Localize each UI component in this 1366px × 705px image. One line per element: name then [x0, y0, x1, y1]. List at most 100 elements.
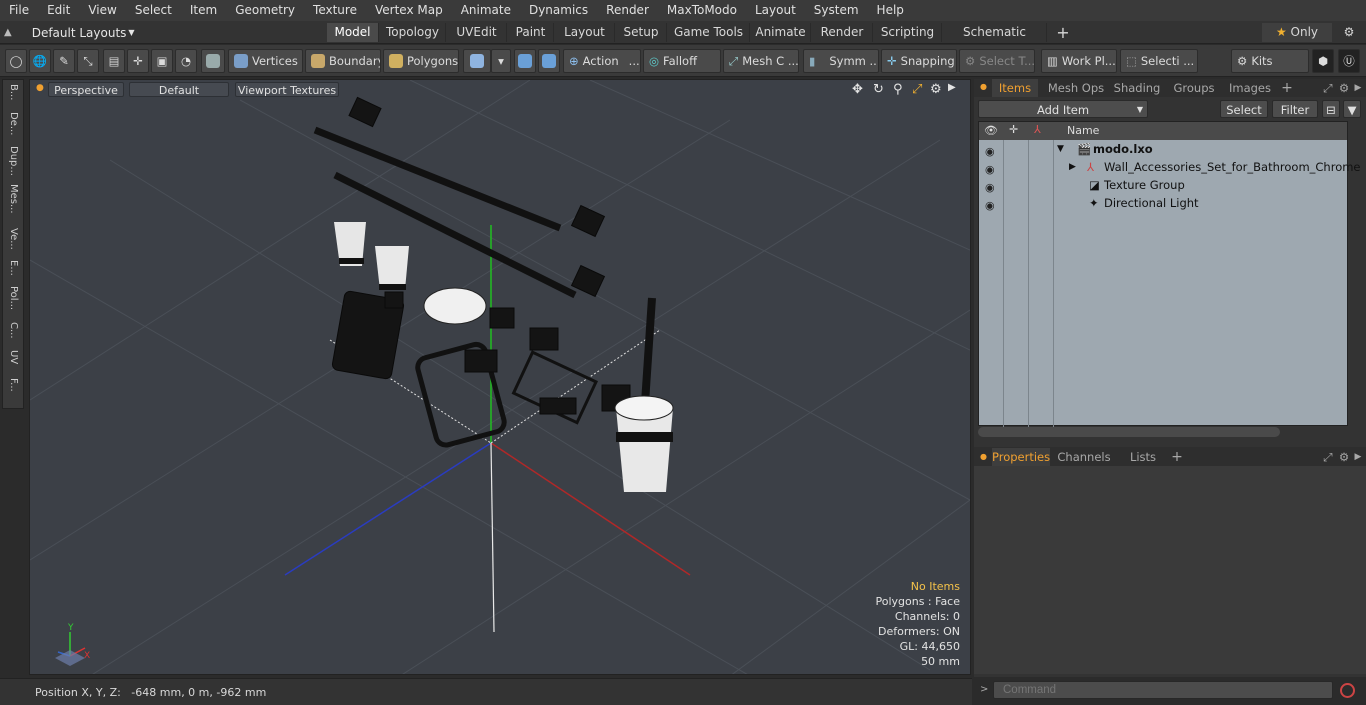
name-column-header[interactable]: Name	[1067, 124, 1099, 137]
circle-select-icon[interactable]: ◯	[5, 49, 27, 73]
tab-topology[interactable]: Topology	[380, 23, 446, 42]
menu-maxtomodo[interactable]: MaxToModo	[658, 0, 746, 21]
gear-icon[interactable]: ⚙	[1336, 448, 1352, 466]
rotate-icon[interactable]: ↻	[873, 82, 884, 97]
action-center-button[interactable]: ⊕ Action...	[563, 49, 641, 73]
tab-paint[interactable]: Paint	[508, 23, 554, 42]
menu-texture[interactable]: Texture	[304, 0, 366, 21]
add-item-button[interactable]: Add Item ▼	[978, 100, 1148, 118]
menu-select[interactable]: Select	[126, 0, 181, 21]
only-toggle[interactable]: ★ Only	[1262, 23, 1332, 42]
menu-geometry[interactable]: Geometry	[226, 0, 304, 21]
expand-icon[interactable]: ⤢	[1320, 448, 1336, 466]
tree-row[interactable]: ◉ ▶ ⅄ Wall_Accessories_Set_for_Bathroom_…	[979, 158, 1361, 176]
menu-help[interactable]: Help	[868, 0, 913, 21]
tab-layout[interactable]: Layout	[555, 23, 615, 42]
tab-images[interactable]: Images	[1224, 79, 1276, 97]
mesh-constraints-button[interactable]: ⤢ Mesh C ...	[723, 49, 799, 73]
select-through-button[interactable]: ⚙ Select T...	[959, 49, 1035, 73]
tab-schematic-fusion[interactable]: Schematic Fusion	[943, 23, 1047, 58]
left-tab-vertex[interactable]: Ve...	[5, 228, 22, 250]
tree-horizontal-scrollbar[interactable]	[978, 427, 1280, 437]
menu-view[interactable]: View	[79, 0, 125, 21]
left-tab-curve[interactable]: C...	[5, 322, 22, 339]
tab-items[interactable]: Items	[992, 79, 1038, 97]
menu-edit[interactable]: Edit	[38, 0, 79, 21]
left-tab-polygon[interactable]: Pol...	[5, 286, 22, 310]
viewport-textures-button[interactable]: Viewport Textures	[235, 82, 339, 97]
play-icon[interactable]: ▶	[948, 82, 956, 93]
boundary-button[interactable]: Boundary	[305, 49, 381, 73]
menu-file[interactable]: File	[0, 0, 38, 21]
zoom-icon[interactable]: ⚲	[893, 82, 903, 97]
tree-row[interactable]: ◉ ▼ 🎬 modo.lxo	[979, 140, 1347, 158]
menu-render[interactable]: Render	[597, 0, 658, 21]
symmetry-button[interactable]: ▮ Symm ...	[803, 49, 879, 73]
shield-left-icon[interactable]	[514, 49, 536, 73]
tab-groups[interactable]: Groups	[1168, 79, 1220, 97]
tree-row[interactable]: ◉ ◪ Texture Group	[979, 176, 1347, 194]
play-icon[interactable]: ▶	[1352, 79, 1364, 97]
add-tab-button[interactable]: +	[1170, 448, 1184, 466]
expand-icon[interactable]: ⤢	[1320, 79, 1336, 97]
items-tree[interactable]: 👁 ✛ ⅄ Name ◉ ▼ 🎬 modo.lxo ◉ ▶ ⅄ Wall_Acc…	[978, 121, 1361, 427]
menu-dynamics[interactable]: Dynamics	[520, 0, 597, 21]
menu-vertex-map[interactable]: Vertex Map	[366, 0, 452, 21]
tab-animate[interactable]: Animate	[751, 23, 811, 42]
tab-setup[interactable]: Setup	[616, 23, 667, 42]
tab-render[interactable]: Render	[812, 23, 873, 42]
tab-scripting[interactable]: Scripting	[874, 23, 942, 42]
add-tab-button[interactable]: +	[1280, 79, 1294, 97]
left-tab-duplicate[interactable]: Dup...	[5, 146, 22, 176]
pen-icon[interactable]: ✎	[53, 49, 75, 73]
kits-button[interactable]: ⚙ Kits	[1231, 49, 1309, 73]
left-tab-mesh-edit[interactable]: Mes...	[5, 184, 22, 214]
shield-right-icon[interactable]	[538, 49, 560, 73]
box-select-icon[interactable]: ▣	[151, 49, 173, 73]
align-icon[interactable]: ▤	[103, 49, 125, 73]
pie-icon[interactable]: ◔	[175, 49, 197, 73]
gear-icon[interactable]: ⚙	[1336, 79, 1352, 97]
tab-channels[interactable]: Channels	[1056, 448, 1112, 466]
selection-sets-button[interactable]: ⬚ Selecti ...	[1120, 49, 1198, 73]
add-tab-button[interactable]: +	[1052, 23, 1074, 42]
perspective-button[interactable]: Perspective	[48, 82, 124, 97]
brush-icon[interactable]: ⤡	[77, 49, 99, 73]
eye-icon[interactable]: ◉	[985, 197, 997, 212]
funnel-icon[interactable]: ▼	[1343, 100, 1361, 118]
material-icon[interactable]	[201, 49, 225, 73]
eye-icon[interactable]: ◉	[985, 143, 997, 158]
polygons-button[interactable]: Polygons	[383, 49, 459, 73]
select-button[interactable]: Select	[1220, 100, 1268, 118]
left-tab-deform[interactable]: De...	[5, 112, 22, 135]
snapping-button[interactable]: ✛ Snapping	[881, 49, 957, 73]
left-tab-fusion[interactable]: F...	[5, 378, 22, 392]
menu-item[interactable]: Item	[181, 0, 226, 21]
collapse-arrow-icon[interactable]: ▼	[1057, 140, 1064, 158]
gear-icon[interactable]: ⚙	[930, 82, 942, 97]
left-tab-basic[interactable]: B...	[5, 84, 22, 100]
shading-button[interactable]: Default	[129, 82, 229, 97]
tab-mesh-ops[interactable]: Mesh Ops	[1044, 79, 1108, 97]
record-icon[interactable]	[1340, 683, 1355, 698]
tab-properties[interactable]: Properties	[992, 448, 1050, 466]
gear-icon[interactable]: ⚙	[1338, 23, 1360, 42]
falloff-button[interactable]: ◎ Falloff	[643, 49, 721, 73]
tab-model[interactable]: Model	[327, 23, 379, 42]
left-tab-uv[interactable]: UV	[5, 350, 22, 364]
tab-shading[interactable]: Shading	[1112, 79, 1162, 97]
vertices-button[interactable]: Vertices	[228, 49, 303, 73]
command-input[interactable]	[993, 681, 1333, 699]
tab-game-tools[interactable]: Game Tools	[668, 23, 750, 42]
pan-icon[interactable]: ✥	[852, 82, 863, 97]
tab-lists[interactable]: Lists	[1124, 448, 1162, 466]
transform-icon[interactable]: ✛	[127, 49, 149, 73]
maximize-icon[interactable]: ⤢	[912, 82, 922, 97]
tab-uvedit[interactable]: UVEdit	[447, 23, 507, 42]
unity-icon[interactable]: ⬢	[1312, 49, 1334, 73]
globe-icon[interactable]: 🌐	[29, 49, 51, 73]
collapse-icon[interactable]: ⊟	[1322, 100, 1340, 118]
menu-system[interactable]: System	[805, 0, 868, 21]
eye-icon[interactable]: ◉	[985, 179, 997, 194]
tree-row[interactable]: ◉ ✦ Directional Light	[979, 194, 1347, 212]
